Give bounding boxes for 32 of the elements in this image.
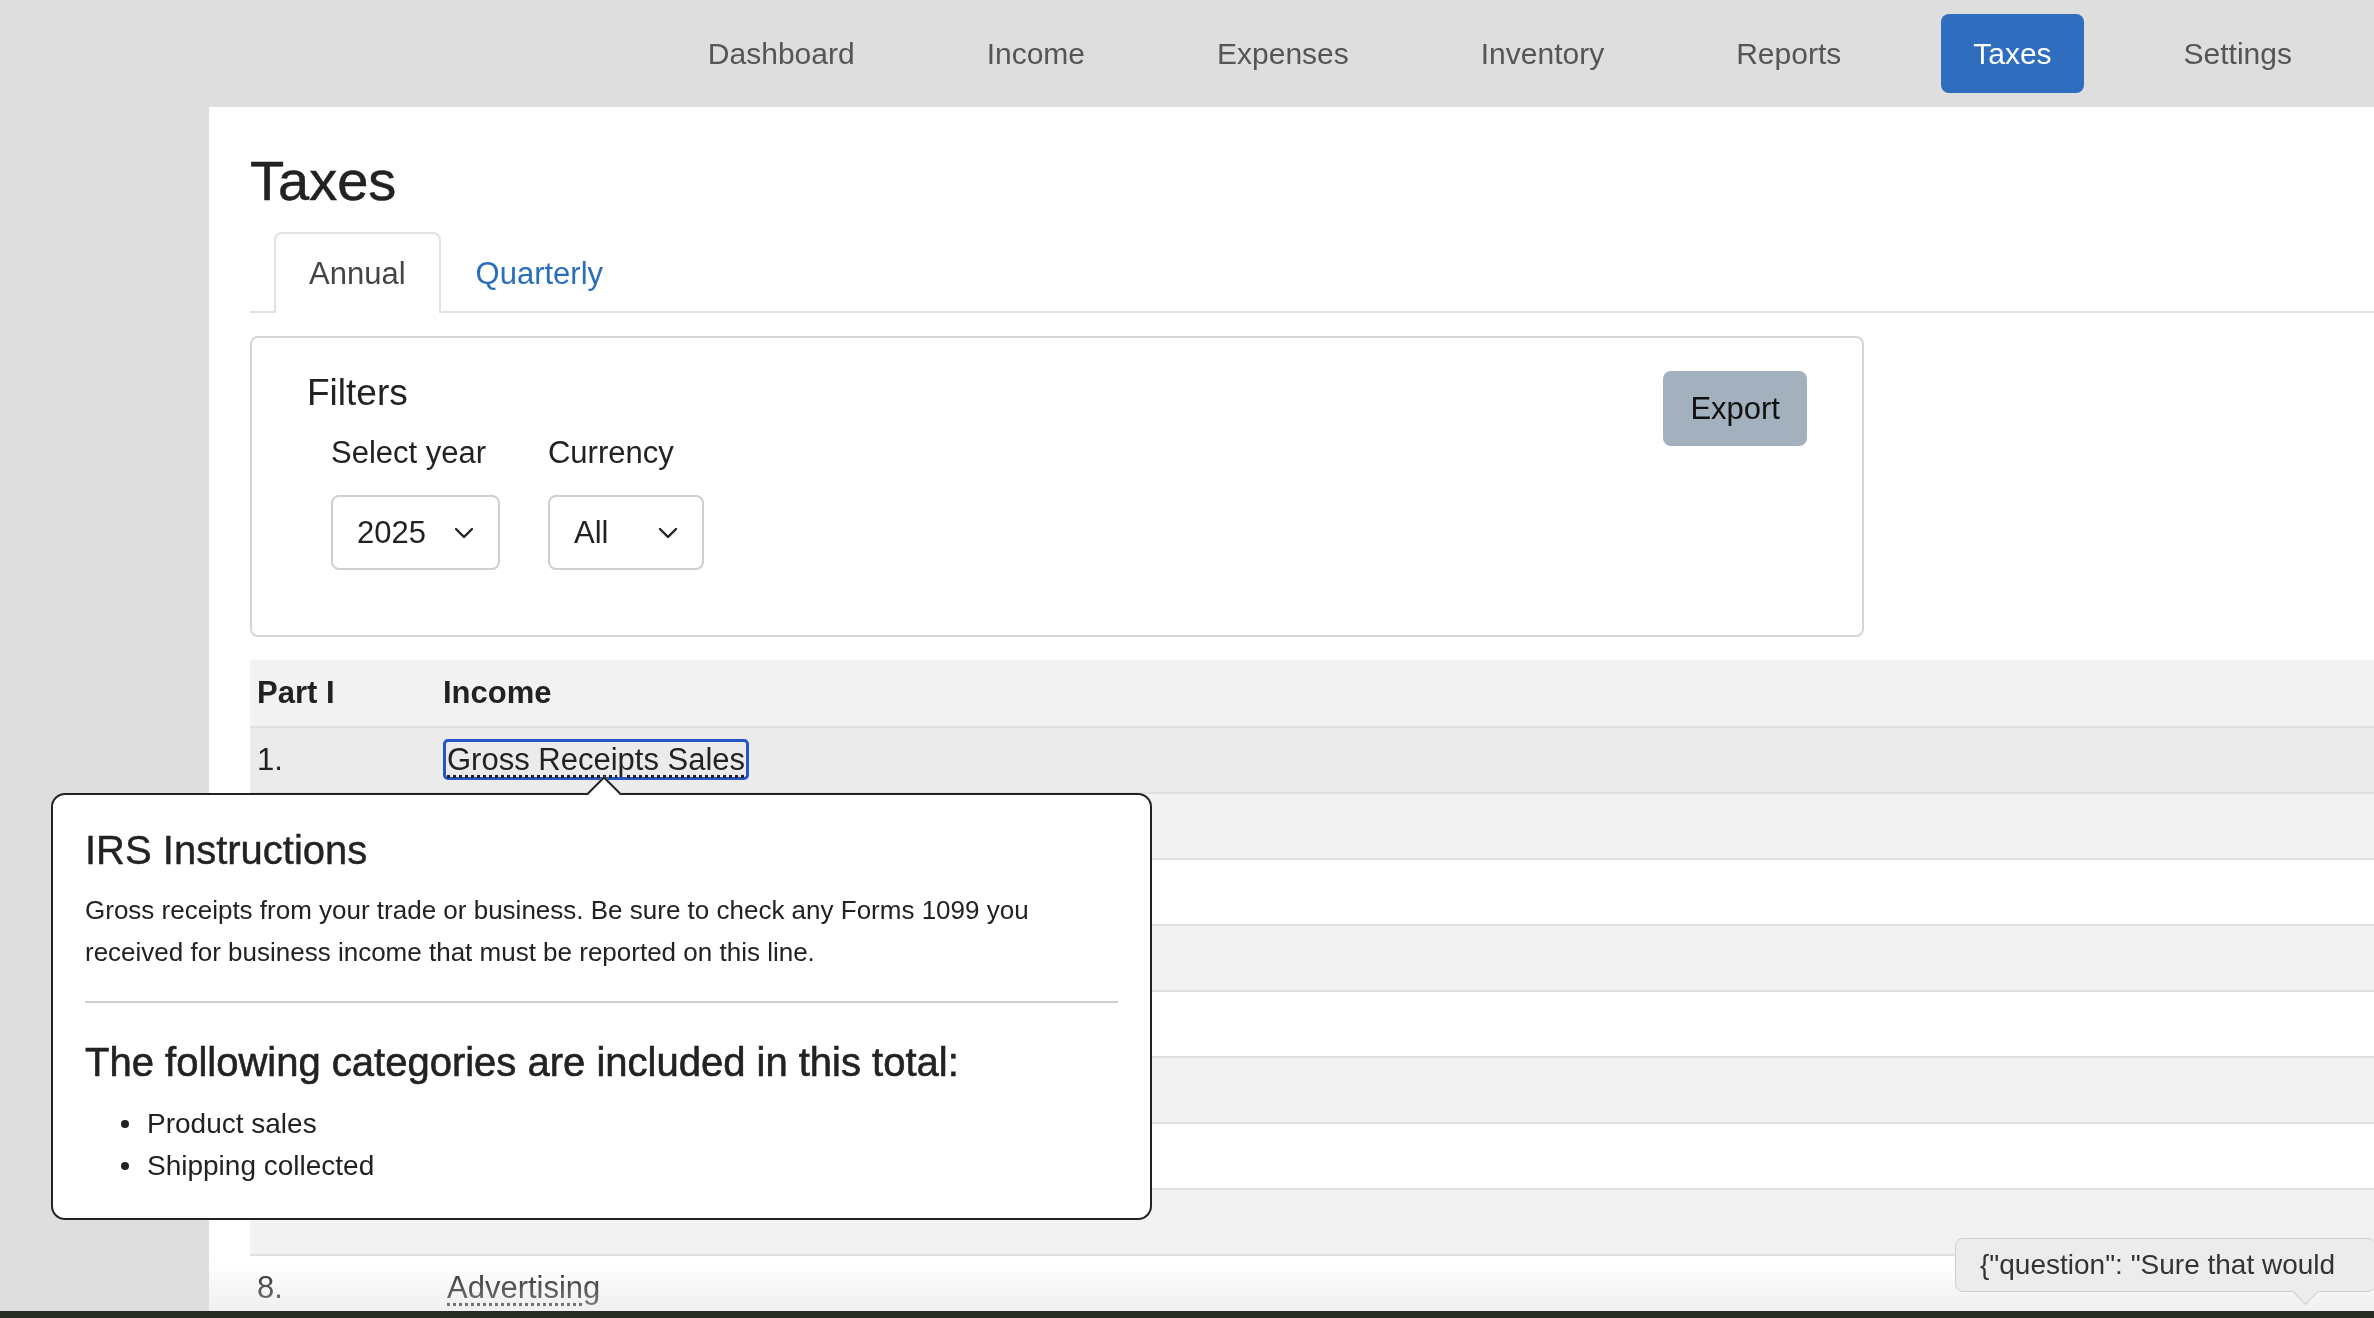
nav-link[interactable]: Taxes: [1941, 14, 2084, 93]
bullet-dot: [121, 1162, 129, 1170]
popover-subtitle: The following categories are included in this total:: [85, 1039, 960, 1086]
chevron-down-icon: [453, 526, 474, 539]
tooltip-text: {"question": "Sure that would: [1980, 1249, 2336, 1281]
chevron-down-icon: [657, 526, 678, 539]
filters-heading: Filters: [307, 371, 409, 415]
line-item-link[interactable]: Advertising: [443, 1267, 605, 1308]
nav-link[interactable]: Inventory: [1448, 14, 1637, 93]
nav-link[interactable]: Expenses: [1185, 14, 1381, 93]
nav-link[interactable]: Dashboard: [675, 14, 887, 93]
list-item: Shipping collected: [147, 1149, 375, 1183]
select-field[interactable]: All: [547, 495, 704, 570]
table-header-cell-text: Part I: [256, 675, 336, 711]
table-header-cell: Income: [443, 675, 552, 711]
line-item-link[interactable]: Gross Receipts Sales: [443, 739, 750, 780]
table-cell-text: 8.: [256, 1270, 284, 1306]
nav-link[interactable]: Settings: [2151, 14, 2324, 93]
list-item: Product sales: [147, 1107, 317, 1141]
popover-text: Gross receipts from your trade or business. Be sure to check any Forms 1099 you received for business income that must be reported on this line.: [85, 894, 1030, 969]
tab[interactable]: Quarterly: [440, 232, 638, 313]
bullet-dot: [121, 1120, 129, 1128]
tab[interactable]: Annual: [274, 232, 441, 313]
select-field[interactable]: 2025: [331, 495, 500, 570]
page-title: Taxes: [250, 149, 398, 213]
popover-title: IRS Instructions: [85, 827, 369, 874]
nav-link[interactable]: Income: [954, 14, 1117, 93]
export-button[interactable]: Export: [1663, 371, 1807, 446]
field-label: Select year: [331, 434, 488, 472]
table-cell-text: 1.: [256, 742, 284, 778]
nav-link[interactable]: Reports: [1704, 14, 1874, 93]
field-label: Currency: [547, 434, 675, 472]
